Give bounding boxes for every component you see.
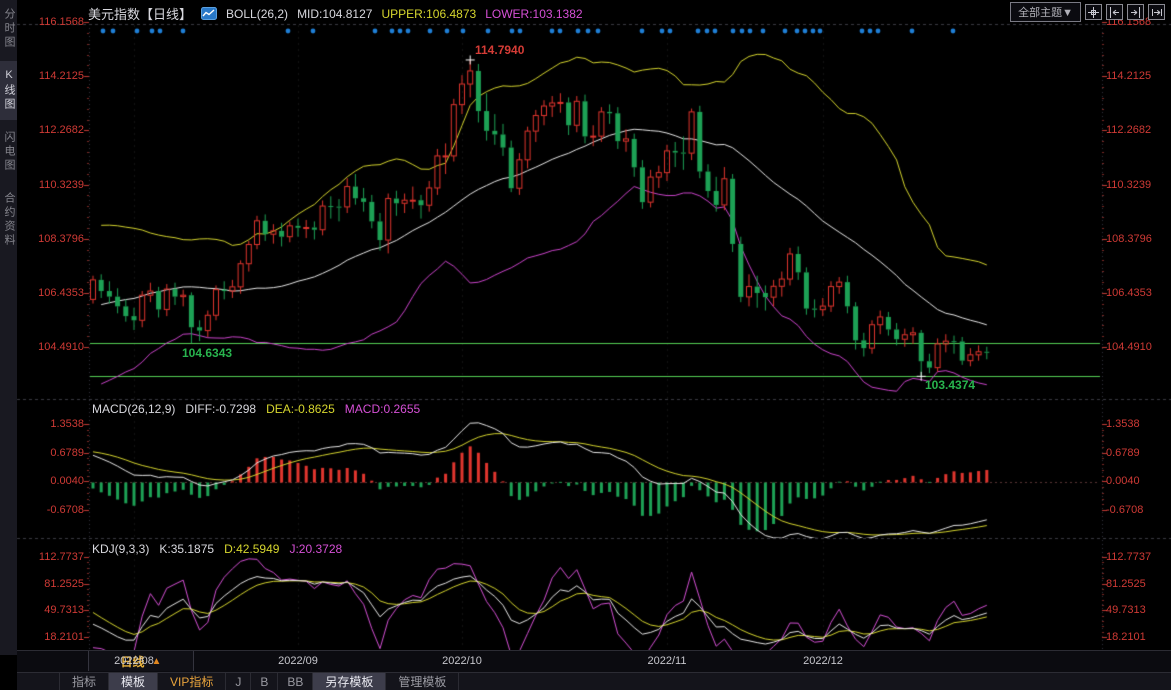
y-axis-label: 18.2101	[20, 631, 84, 643]
tab-j[interactable]: J	[226, 673, 251, 690]
y-axis-label: 108.3796	[1106, 233, 1168, 245]
boll-upper: UPPER:106.4873	[381, 7, 476, 21]
boll-mid: MID:104.8127	[297, 7, 372, 21]
y-axis-label: 81.2525	[1106, 578, 1168, 590]
macd-dea-value: DEA:-0.8625	[266, 402, 335, 416]
tab-bb[interactable]: BB	[278, 673, 313, 690]
tab-b[interactable]: B	[251, 673, 278, 690]
boll-lower: LOWER:103.1382	[485, 7, 582, 21]
kdj-params-label: KDJ(9,3,3)	[92, 542, 149, 556]
y-axis-label: -0.6708	[20, 504, 84, 516]
sidebar-item-lightning-chart[interactable]: 闪电图	[0, 123, 17, 181]
macd-bar-value: MACD:0.2655	[345, 402, 420, 416]
y-axis-label: 1.3538	[20, 418, 84, 430]
y-axis-label: 49.7313	[20, 604, 84, 616]
zoom-out-icon	[1109, 7, 1120, 18]
y-axis-label: -0.6708	[1106, 504, 1168, 516]
y-axis-label: 114.2125	[20, 70, 84, 82]
header-controls: 全部主题▼	[1010, 2, 1165, 22]
kdj-k-value: K:35.1875	[159, 542, 214, 556]
boll-label: BOLL(26,2)	[226, 7, 288, 21]
y-axis-label: 104.4910	[1106, 341, 1168, 353]
x-axis-label: 2022/11	[648, 655, 687, 667]
header: 美元指数【日线】 BOLL(26,2) MID:104.8127 UPPER:1…	[88, 4, 583, 23]
y-axis-label: 114.2125	[1106, 70, 1168, 82]
y-axis-label: 108.3796	[20, 233, 84, 245]
kdj-d-value: D:42.5949	[224, 542, 279, 556]
tab-manage-templates[interactable]: 管理模板	[386, 673, 459, 690]
y-axis-label: 18.2101	[1106, 631, 1168, 643]
y-axis-label: 106.4353	[1106, 287, 1168, 299]
x-axis-label: 2022/09	[278, 655, 318, 667]
y-axis-label: 1.3538	[1106, 418, 1168, 430]
x-axis-label: 2022/08	[114, 655, 154, 667]
macd-params-label: MACD(26,12,9)	[92, 402, 175, 416]
support-line-label: 104.6343	[182, 346, 232, 360]
bottom-tab-bar: 指标模板VIP指标JBBB另存模板管理模板	[17, 672, 1171, 690]
y-axis-label: 0.6789	[20, 447, 84, 459]
y-axis-label: 81.2525	[20, 578, 84, 590]
y-axis-label: 110.3239	[1106, 179, 1168, 191]
sidebar: 分时图 K线图闪电图合约资料	[0, 0, 17, 655]
y-axis-label: 110.3239	[20, 179, 84, 191]
y-axis-label: 112.2682	[1106, 124, 1168, 136]
sidebar-item-contract-info[interactable]: 合约资料	[0, 184, 17, 256]
macd-diff-value: DIFF:-0.7298	[185, 402, 256, 416]
y-axis-label: 0.0040	[1106, 475, 1168, 487]
y-axis-label: 0.0040	[20, 475, 84, 487]
x-axis-label: 2022/12	[803, 655, 843, 667]
pan-right-icon	[1151, 7, 1162, 18]
instrument-title: 美元指数【日线】	[88, 4, 192, 23]
tab-save-template[interactable]: 另存模板	[313, 673, 386, 690]
crosshair-icon	[1088, 7, 1099, 18]
sidebar-item-timeshare-chart[interactable]: 分时图	[0, 0, 17, 58]
kdj-header: KDJ(9,3,3) K:35.1875 D:42.5949 J:20.3728	[92, 542, 342, 556]
pan-right-button[interactable]	[1148, 4, 1165, 20]
zoom-in-icon	[1130, 7, 1141, 18]
zoom-out-button[interactable]	[1106, 4, 1123, 20]
y-axis-label: 106.4353	[20, 287, 84, 299]
chart-canvas[interactable]	[0, 0, 1171, 690]
line-chart-icon	[201, 7, 217, 20]
crosshair-tool-button[interactable]	[1085, 4, 1102, 20]
tab-templates[interactable]: 模板	[109, 673, 158, 690]
sidebar-item-kline-chart[interactable]: K线图	[0, 61, 17, 120]
y-axis-label: 0.6789	[1106, 447, 1168, 459]
kdj-j-value: J:20.3728	[289, 542, 342, 556]
peak-price-label: 114.7940	[475, 43, 524, 57]
tab-indicators[interactable]: 指标	[59, 673, 109, 690]
low-price-label: 103.4374	[925, 378, 975, 392]
y-axis-label: 112.7737	[1106, 551, 1168, 563]
x-axis-label: 2022/10	[442, 655, 482, 667]
tab-vip-indicators[interactable]: VIP指标	[158, 673, 226, 690]
macd-header: MACD(26,12,9) DIFF:-0.7298 DEA:-0.8625 M…	[92, 402, 420, 416]
y-axis-label: 112.2682	[20, 124, 84, 136]
y-axis-label: 49.7313	[1106, 604, 1168, 616]
y-axis-label: 104.4910	[20, 341, 84, 353]
theme-dropdown-button[interactable]: 全部主题▼	[1010, 2, 1081, 22]
app-root: 分时图 K线图闪电图合约资料 美元指数【日线】 BOLL(26,2) MID:10…	[0, 0, 1171, 690]
y-axis-label: 112.7737	[20, 551, 84, 563]
zoom-in-button[interactable]	[1127, 4, 1144, 20]
y-axis-label: 116.1568	[20, 16, 84, 28]
